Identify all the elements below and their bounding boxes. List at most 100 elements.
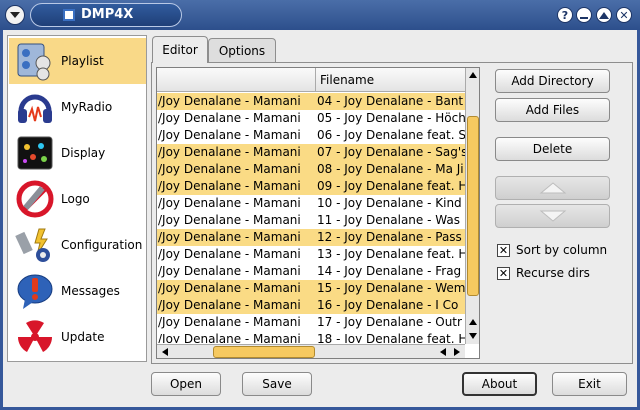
arrow-down-icon xyxy=(539,210,566,222)
vertical-scrollbar[interactable] xyxy=(465,68,479,344)
directory-cell: /Joy Denalane - Mamani xyxy=(158,247,301,261)
update-icon xyxy=(13,316,57,358)
move-down-button[interactable] xyxy=(495,204,610,228)
directory-cell: /Joy Denalane - Mamani xyxy=(158,196,301,210)
directory-cell: /Joy Denalane - Mamani xyxy=(158,315,301,329)
table-header: Filename xyxy=(157,68,465,92)
directory-cell: /Joy Denalane - Mamani xyxy=(158,111,301,125)
about-button[interactable]: About xyxy=(462,372,537,396)
table-row[interactable]: /Joy Denalane - Mamani 07 - Joy Denalane … xyxy=(157,144,465,161)
help-button[interactable]: ? xyxy=(557,7,573,23)
chevron-down-icon xyxy=(10,12,20,18)
sidebar-item-label: Update xyxy=(61,330,105,344)
table-row[interactable]: /Joy Denalane - Mamani 18 - Joy Denalane … xyxy=(157,331,465,343)
sidebar-item-myradio[interactable]: MyRadio xyxy=(9,84,146,130)
table-row[interactable]: /Joy Denalane - Mamani 04 - Joy Denalane … xyxy=(157,93,465,110)
minimize-button[interactable] xyxy=(576,7,592,23)
sidebar-item-logo[interactable]: Logo xyxy=(9,176,146,222)
filename-cell: 18 - Joy Denalane feat. H xyxy=(317,332,465,343)
recurse-dirs-checkbox[interactable]: ✕ xyxy=(497,266,510,280)
table-row[interactable]: /Joy Denalane - Mamani 10 - Joy Denalane … xyxy=(157,195,465,212)
table-row[interactable]: /Joy Denalane - Mamani 09 - Joy Denalane … xyxy=(157,178,465,195)
directory-cell: /Joy Denalane - Mamani xyxy=(158,94,301,108)
directory-cell: /Joy Denalane - Mamani xyxy=(158,128,301,142)
table-row[interactable]: /Joy Denalane - Mamani 12 - Joy Denalane … xyxy=(157,229,465,246)
add-directory-button[interactable]: Add Directory xyxy=(495,69,610,93)
filename-cell: 08 - Joy Denalane - Ma Ji xyxy=(317,162,464,176)
sidebar-item-label: Logo xyxy=(61,192,90,206)
scroll-up-icon[interactable] xyxy=(467,69,479,81)
scroll-up-icon[interactable] xyxy=(467,316,479,328)
table-row[interactable]: /Joy Denalane - Mamani 14 - Joy Denalane … xyxy=(157,263,465,280)
title-pill: DMP4X xyxy=(30,3,182,27)
scroll-down-icon[interactable] xyxy=(467,330,479,342)
scroll-right-icon[interactable] xyxy=(451,346,463,358)
table-row[interactable]: /Joy Denalane - Mamani 16 - Joy Denalane … xyxy=(157,297,465,314)
column-header-directory[interactable] xyxy=(157,68,316,92)
sidebar-item-configuration[interactable]: Configuration xyxy=(9,222,146,268)
maximize-icon xyxy=(599,11,609,19)
directory-cell: /Joy Denalane - Mamani xyxy=(158,162,301,176)
sidebar-item-display[interactable]: Display xyxy=(9,130,146,176)
save-button[interactable]: Save xyxy=(242,372,312,396)
recurse-dirs-option[interactable]: ✕ Recurse dirs xyxy=(497,265,590,281)
filename-cell: 16 - Joy Denalane - I Co xyxy=(317,298,459,312)
filename-cell: 11 - Joy Denalane - Was xyxy=(317,213,460,227)
horizontal-scrollbar[interactable] xyxy=(157,344,465,358)
help-icon: ? xyxy=(561,8,569,22)
table-row[interactable]: /Joy Denalane - Mamani 05 - Joy Denalane … xyxy=(157,110,465,127)
directory-cell: /Joy Denalane - Mamani xyxy=(158,332,301,343)
scroll-left-icon[interactable] xyxy=(159,346,171,358)
tab-options[interactable]: Options xyxy=(208,38,276,62)
delete-button[interactable]: Delete xyxy=(495,137,610,161)
open-button[interactable]: Open xyxy=(151,372,221,396)
vertical-scroll-thumb[interactable] xyxy=(467,116,479,296)
window-menu-button[interactable] xyxy=(5,5,25,25)
sidebar-item-messages[interactable]: Messages xyxy=(9,268,146,314)
sidebar-item-playlist[interactable]: Playlist xyxy=(9,38,146,84)
table-row[interactable]: /Joy Denalane - Mamani 08 - Joy Denalane … xyxy=(157,161,465,178)
sort-by-column-option[interactable]: ✕ Sort by column xyxy=(497,242,607,258)
tab-editor[interactable]: Editor xyxy=(152,36,208,63)
table-row[interactable]: /Joy Denalane - Mamani 13 - Joy Denalane … xyxy=(157,246,465,263)
table-row[interactable]: /Joy Denalane - Mamani 11 - Joy Denalane … xyxy=(157,212,465,229)
window-title: DMP4X xyxy=(81,7,134,22)
sort-by-column-checkbox[interactable]: ✕ xyxy=(497,243,510,257)
filename-cell: 06 - Joy Denalane feat. S xyxy=(317,128,465,142)
directory-cell: /Joy Denalane - Mamani xyxy=(158,179,301,193)
filename-cell: 15 - Joy Denalane - Wem xyxy=(317,281,465,295)
filename-cell: 10 - Joy Denalane - Kind xyxy=(317,196,462,210)
table-body: /Joy Denalane - Mamani 04 - Joy Denalane … xyxy=(157,93,465,343)
minimize-icon xyxy=(580,17,588,19)
sidebar-item-label: Configuration xyxy=(61,238,143,252)
scroll-left-icon[interactable] xyxy=(437,346,449,358)
maximize-button[interactable] xyxy=(596,7,612,23)
directory-cell: /Joy Denalane - Mamani xyxy=(158,230,301,244)
display-icon xyxy=(13,132,57,174)
table-row[interactable]: /Joy Denalane - Mamani 17 - Joy Denalane … xyxy=(157,314,465,331)
sort-by-column-label: Sort by column xyxy=(516,243,608,257)
headphones-icon xyxy=(13,86,57,128)
table-row[interactable]: /Joy Denalane - Mamani 06 - Joy Denalane … xyxy=(157,127,465,144)
playlist-icon xyxy=(13,40,57,82)
add-files-button[interactable]: Add Files xyxy=(495,98,610,122)
directory-cell: /Joy Denalane - Mamani xyxy=(158,145,301,159)
close-icon: ✕ xyxy=(619,8,629,22)
logo-icon xyxy=(13,178,57,220)
column-header-filename[interactable]: Filename xyxy=(317,68,465,92)
sidebar-item-update[interactable]: Update xyxy=(9,314,146,360)
filename-cell: 05 - Joy Denalane - Höch xyxy=(317,111,465,125)
move-up-button[interactable] xyxy=(495,176,610,200)
filename-cell: 17 - Joy Denalane - Outr xyxy=(317,315,462,329)
horizontal-scroll-thumb[interactable] xyxy=(213,346,315,358)
playlist-table[interactable]: Filename /Joy Denalane - Mamani 04 - Joy … xyxy=(156,67,480,359)
table-row[interactable]: /Joy Denalane - Mamani 15 - Joy Denalane … xyxy=(157,280,465,297)
filename-cell: 07 - Joy Denalane - Sag's xyxy=(317,145,465,159)
sidebar-item-label: Playlist xyxy=(61,54,104,68)
filename-cell: 13 - Joy Denalane feat. H xyxy=(317,247,465,261)
directory-cell: /Joy Denalane - Mamani xyxy=(158,213,301,227)
exit-button[interactable]: Exit xyxy=(552,372,627,396)
app-icon xyxy=(63,9,75,21)
close-button[interactable]: ✕ xyxy=(616,7,632,23)
title-bar: DMP4X ? ✕ xyxy=(0,0,640,30)
